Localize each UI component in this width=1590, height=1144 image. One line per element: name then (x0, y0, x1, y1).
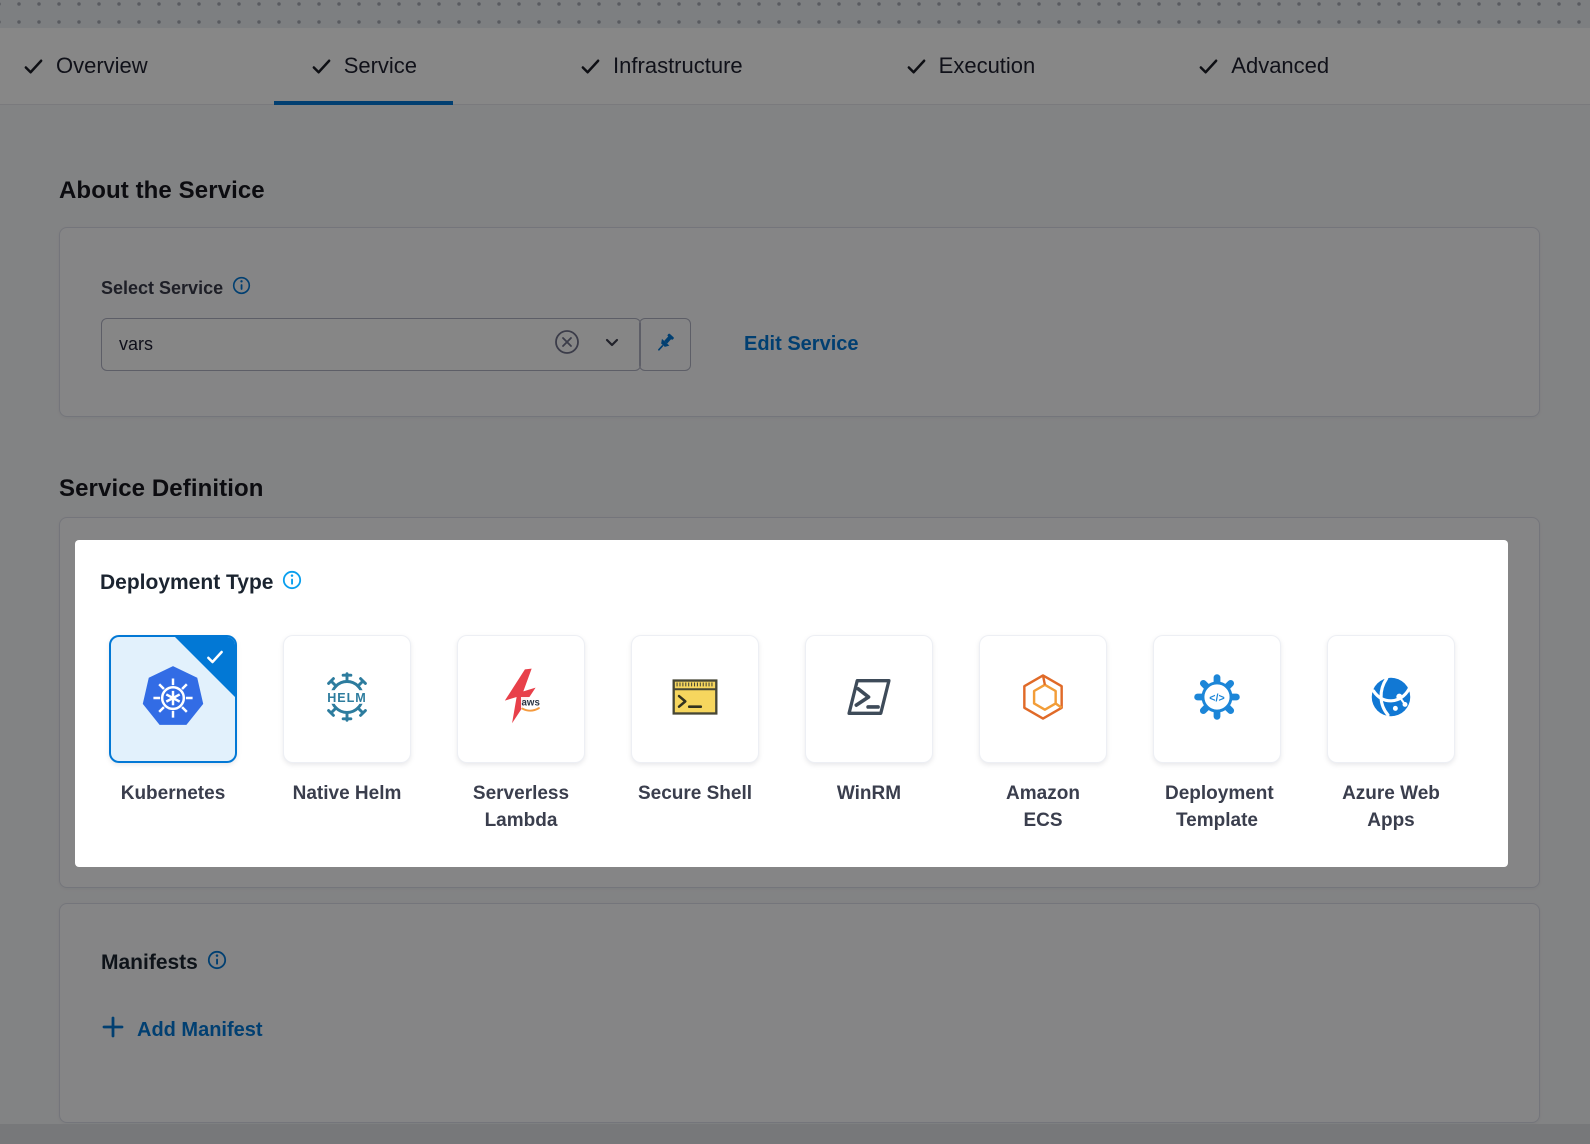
add-manifest-button[interactable]: Add Manifest (101, 1015, 263, 1045)
svg-text:</>: </> (1209, 692, 1224, 704)
deployment-type-azure-web-apps[interactable]: Azure Web Apps (1327, 635, 1455, 834)
check-icon (310, 55, 333, 78)
deployment-template-icon: </> (1186, 666, 1248, 733)
stage-tabs: Overview Service Infrastructure Executio… (0, 28, 1590, 105)
tab-label: Overview (56, 53, 148, 79)
about-service-card: Select Service vars (59, 227, 1540, 417)
amazon-ecs-icon (1013, 667, 1073, 732)
tile-label: Deployment Template (1165, 780, 1269, 834)
deployment-type-native-helm[interactable]: HELM Native Helm (283, 635, 411, 834)
tab-label: Execution (939, 53, 1036, 79)
info-icon[interactable] (207, 950, 227, 975)
service-definition-heading: Service Definition (59, 475, 1540, 503)
pipeline-canvas-strip (0, 0, 1590, 28)
panel-bottom-edge (0, 1124, 1590, 1144)
select-service-label: Select Service (101, 278, 223, 299)
tile-label: Amazon ECS (991, 780, 1095, 834)
tab-execution[interactable]: Execution (869, 28, 1072, 104)
tab-label: Infrastructure (613, 53, 743, 79)
deployment-type-winrm[interactable]: WinRM (805, 635, 933, 834)
check-icon (1197, 55, 1220, 78)
tab-service[interactable]: Service (274, 28, 453, 104)
clear-icon[interactable] (553, 328, 581, 361)
tab-label: Advanced (1231, 53, 1329, 79)
secure-shell-icon (664, 666, 726, 733)
tile-label: Azure Web Apps (1339, 780, 1443, 834)
info-icon[interactable] (232, 276, 251, 300)
pin-icon (653, 331, 677, 358)
tile-label: Native Helm (293, 780, 402, 807)
tab-infrastructure[interactable]: Infrastructure (543, 28, 779, 104)
tab-label: Service (344, 53, 417, 79)
edit-service-link[interactable]: Edit Service (744, 333, 859, 356)
add-manifest-label: Add Manifest (137, 1019, 263, 1042)
manifests-heading: Manifests (101, 951, 198, 975)
serverless-lambda-icon: aws (490, 666, 552, 733)
service-tab-content: About the Service Select Service vars (0, 105, 1590, 1124)
check-icon (905, 55, 928, 78)
azure-web-apps-icon (1363, 669, 1419, 730)
deployment-type-label: Deployment Type (100, 571, 273, 595)
check-icon (579, 55, 602, 78)
plus-icon (101, 1015, 125, 1045)
tab-overview[interactable]: Overview (22, 28, 184, 104)
manifests-card: Manifests Add Manifest (59, 903, 1540, 1123)
tile-label: Kubernetes (121, 780, 226, 807)
deployment-type-secure-shell[interactable]: Secure Shell (631, 635, 759, 834)
svg-text:aws: aws (522, 697, 540, 708)
info-icon[interactable] (282, 570, 302, 595)
tile-label: WinRM (837, 780, 901, 807)
deployment-type-deployment-template[interactable]: </> Deployment Template (1153, 635, 1281, 834)
pin-button[interactable] (639, 318, 691, 371)
service-select-input[interactable]: vars (101, 318, 641, 371)
deployment-type-serverless-lambda[interactable]: aws Serverless Lambda (457, 635, 585, 834)
kubernetes-icon (140, 664, 206, 735)
helm-icon: HELM (316, 666, 378, 733)
winrm-icon (840, 668, 898, 731)
tab-advanced[interactable]: Advanced (1161, 28, 1365, 104)
service-definition-card: Deployment Type (59, 517, 1540, 888)
about-service-heading: About the Service (59, 177, 1540, 205)
deployment-type-amazon-ecs[interactable]: Amazon ECS (979, 635, 1107, 834)
deployment-type-tiles: Kubernetes (109, 635, 1508, 834)
chevron-down-icon[interactable] (601, 331, 623, 358)
deployment-type-section: Deployment Type (75, 540, 1508, 867)
tile-label: Secure Shell (638, 780, 752, 807)
tile-label: Serverless Lambda (469, 780, 573, 834)
check-icon (22, 55, 45, 78)
svg-text:HELM: HELM (327, 690, 367, 704)
deployment-type-kubernetes[interactable]: Kubernetes (109, 635, 237, 834)
service-select-value: vars (119, 334, 533, 355)
